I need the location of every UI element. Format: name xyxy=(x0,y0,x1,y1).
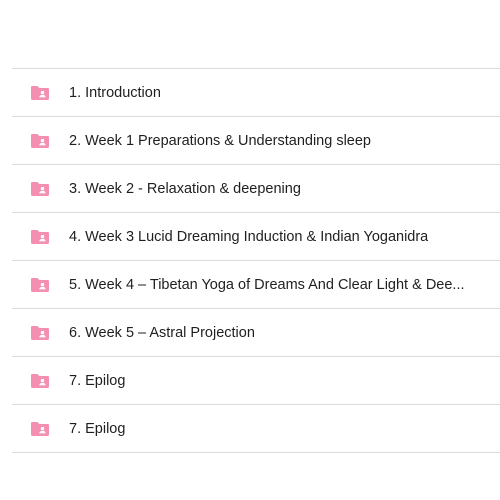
folder-name: 4. Week 3 Lucid Dreaming Induction & Ind… xyxy=(69,228,429,245)
folder-row[interactable]: 5. Week 4 – Tibetan Yoga of Dreams And C… xyxy=(12,261,500,309)
folder-row[interactable]: 7. Epilog xyxy=(12,405,500,453)
folder-row[interactable]: 2. Week 1 Preparations & Understanding s… xyxy=(12,117,500,165)
folder-row[interactable]: 1. Introduction xyxy=(12,69,500,117)
shared-folder-icon xyxy=(31,373,49,388)
folder-name: 6. Week 5 – Astral Projection xyxy=(69,324,255,341)
folder-name: 1. Introduction xyxy=(69,84,161,101)
shared-folder-icon xyxy=(31,325,49,340)
shared-folder-icon xyxy=(31,229,49,244)
shared-folder-icon xyxy=(31,181,49,196)
shared-folder-icon xyxy=(31,277,49,292)
folder-row[interactable]: 4. Week 3 Lucid Dreaming Induction & Ind… xyxy=(12,213,500,261)
folder-name: 3. Week 2 - Relaxation & deepening xyxy=(69,180,301,197)
folder-name: 7. Epilog xyxy=(69,420,126,437)
folder-row[interactable]: 6. Week 5 – Astral Projection xyxy=(12,309,500,357)
folder-name: 2. Week 1 Preparations & Understanding s… xyxy=(69,132,371,149)
folder-name: 7. Epilog xyxy=(69,372,126,389)
folder-name: 5. Week 4 – Tibetan Yoga of Dreams And C… xyxy=(69,276,465,293)
folder-list: 1. Introduction 2. Week 1 Preparations &… xyxy=(12,68,500,453)
shared-folder-icon xyxy=(31,133,49,148)
folder-row[interactable]: 7. Epilog xyxy=(12,357,500,405)
shared-folder-icon xyxy=(31,421,49,436)
shared-folder-icon xyxy=(31,85,49,100)
folder-row[interactable]: 3. Week 2 - Relaxation & deepening xyxy=(12,165,500,213)
